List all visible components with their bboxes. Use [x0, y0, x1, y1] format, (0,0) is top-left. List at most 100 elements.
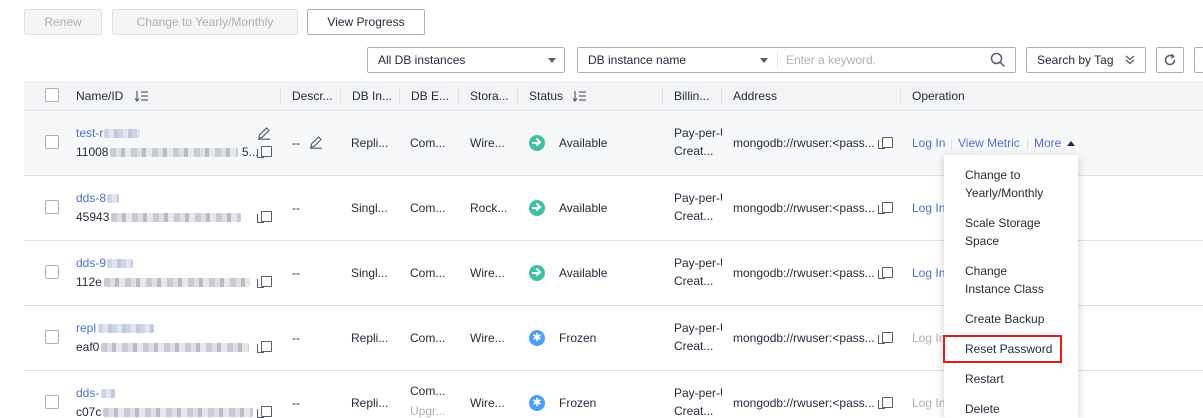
- row-checkbox[interactable]: [45, 265, 59, 279]
- billing-created: Creat...: [674, 209, 714, 223]
- search-icon[interactable]: [990, 52, 1006, 68]
- copy-icon[interactable]: [878, 267, 893, 279]
- caret-up-icon: [1067, 141, 1075, 146]
- menu-item-change-instance-class[interactable]: Change Instance Class: [944, 262, 1054, 298]
- address-value: mongodb://rwuser:<pass...: [733, 396, 875, 410]
- copy-icon[interactable]: [257, 341, 272, 353]
- header-name-id[interactable]: Name/ID: [76, 81, 123, 111]
- select-all-checkbox[interactable]: [45, 88, 59, 102]
- db-instance-type: Repli...: [351, 136, 389, 150]
- sort-icon[interactable]: [135, 90, 149, 102]
- copy-icon[interactable]: [257, 211, 272, 223]
- edit-icon[interactable]: [257, 126, 271, 140]
- db-engine: Com...: [410, 331, 446, 345]
- header-separator: [517, 89, 518, 103]
- header-storage: Stora...: [470, 89, 509, 103]
- view-progress-button[interactable]: View Progress: [307, 9, 425, 35]
- menu-item-create-backup[interactable]: Create Backup: [944, 310, 1078, 328]
- description-value: --: [292, 331, 300, 345]
- caret-down-icon: [548, 58, 556, 63]
- copy-icon[interactable]: [878, 332, 893, 344]
- header-separator: [340, 89, 341, 103]
- db-instance-type: Repli...: [351, 396, 389, 410]
- header-operation: Operation: [912, 89, 965, 103]
- edit-icon[interactable]: [309, 135, 323, 149]
- instance-filter-value: All DB instances: [378, 53, 466, 67]
- login-link[interactable]: Log In: [912, 266, 945, 280]
- instance-id: 11008 5...: [76, 145, 259, 159]
- instance-id: 45943: [76, 210, 242, 224]
- sort-icon[interactable]: [573, 90, 587, 102]
- available-status-icon: [529, 200, 545, 216]
- storage-engine: Wire...: [470, 331, 505, 345]
- search-by-tag-button[interactable]: Search by Tag: [1026, 47, 1146, 73]
- description-value: --: [292, 136, 300, 150]
- copy-icon[interactable]: [878, 397, 893, 409]
- header-billing: Billin...: [674, 89, 710, 103]
- db-engine-upgrade: Upgr...: [410, 404, 446, 418]
- billing-mode: Pay-per-U: [674, 126, 722, 140]
- instance-name-link[interactable]: test-r: [76, 126, 141, 140]
- address-value: mongodb://rwuser:<pass...: [733, 136, 875, 150]
- op-separator: |: [950, 136, 954, 150]
- available-status-icon: [529, 265, 545, 281]
- menu-item-delete[interactable]: Delete: [944, 400, 1078, 418]
- copy-icon[interactable]: [878, 202, 893, 214]
- settings-button[interactable]: [1194, 47, 1203, 73]
- menu-item-scale-storage[interactable]: Scale Storage Space: [944, 214, 1054, 250]
- row-checkbox[interactable]: [45, 395, 59, 409]
- instance-name-link[interactable]: dds-8: [76, 191, 120, 205]
- menu-item-change-to-yearly[interactable]: Change to Yearly/Monthly: [944, 166, 1054, 202]
- header-separator: [458, 89, 459, 103]
- search-field-select[interactable]: DB instance name: [577, 47, 778, 73]
- header-separator: [721, 89, 722, 103]
- billing-created: Creat...: [674, 274, 714, 288]
- db-instance-type: Repli...: [351, 331, 389, 345]
- instance-id: c07c: [76, 405, 254, 418]
- instance-name-link[interactable]: repl: [76, 321, 155, 335]
- instance-name-link[interactable]: dds-9: [76, 256, 134, 270]
- menu-item-restart[interactable]: Restart: [944, 370, 1078, 388]
- status-text: Available: [559, 201, 608, 215]
- status-text: Available: [559, 136, 608, 150]
- header-address: Address: [733, 89, 778, 103]
- refresh-button[interactable]: [1156, 47, 1184, 73]
- search-by-tag-label: Search by Tag: [1037, 53, 1114, 67]
- header-separator: [900, 89, 901, 103]
- description-value: --: [292, 266, 300, 280]
- header-description: Descr...: [292, 89, 333, 103]
- row-checkbox[interactable]: [45, 330, 59, 344]
- available-status-icon: [529, 135, 545, 151]
- instance-name-link[interactable]: dds-: [76, 386, 116, 400]
- billing-created: Creat...: [674, 404, 714, 418]
- copy-icon[interactable]: [257, 276, 272, 288]
- copy-icon[interactable]: [257, 406, 272, 418]
- header-separator: [280, 89, 281, 103]
- billing-mode: Pay-per-U: [674, 321, 722, 335]
- login-link-disabled: Log In: [912, 396, 946, 410]
- renew-button[interactable]: Renew: [24, 9, 102, 35]
- more-dropdown-menu: Change to Yearly/Monthly Scale Storage S…: [944, 155, 1078, 418]
- instance-filter-select[interactable]: All DB instances: [367, 47, 565, 73]
- header-status[interactable]: Status: [529, 81, 563, 111]
- billing-mode: Pay-per-U: [674, 191, 722, 205]
- row-checkbox[interactable]: [45, 200, 59, 214]
- billing-created: Creat...: [674, 339, 714, 353]
- search-field-value: DB instance name: [588, 53, 687, 67]
- search-input[interactable]: [778, 47, 1016, 73]
- login-link[interactable]: Log In: [912, 201, 945, 215]
- row-checkbox[interactable]: [45, 135, 59, 149]
- address-value: mongodb://rwuser:<pass...: [733, 201, 875, 215]
- address-value: mongodb://rwuser:<pass...: [733, 266, 875, 280]
- description-value: --: [292, 201, 300, 215]
- more-dropdown-trigger[interactable]: More: [1034, 136, 1061, 150]
- db-engine: Com...: [410, 136, 446, 150]
- frozen-status-icon: ✱: [529, 330, 545, 346]
- login-link[interactable]: Log In: [912, 136, 945, 150]
- copy-icon[interactable]: [257, 146, 272, 158]
- instance-id: eaf0: [76, 340, 250, 354]
- change-to-yearly-button[interactable]: Change to Yearly/Monthly: [112, 9, 298, 35]
- copy-icon[interactable]: [878, 137, 893, 149]
- billing-created: Creat...: [674, 144, 714, 158]
- view-metric-link[interactable]: View Metric: [958, 136, 1020, 150]
